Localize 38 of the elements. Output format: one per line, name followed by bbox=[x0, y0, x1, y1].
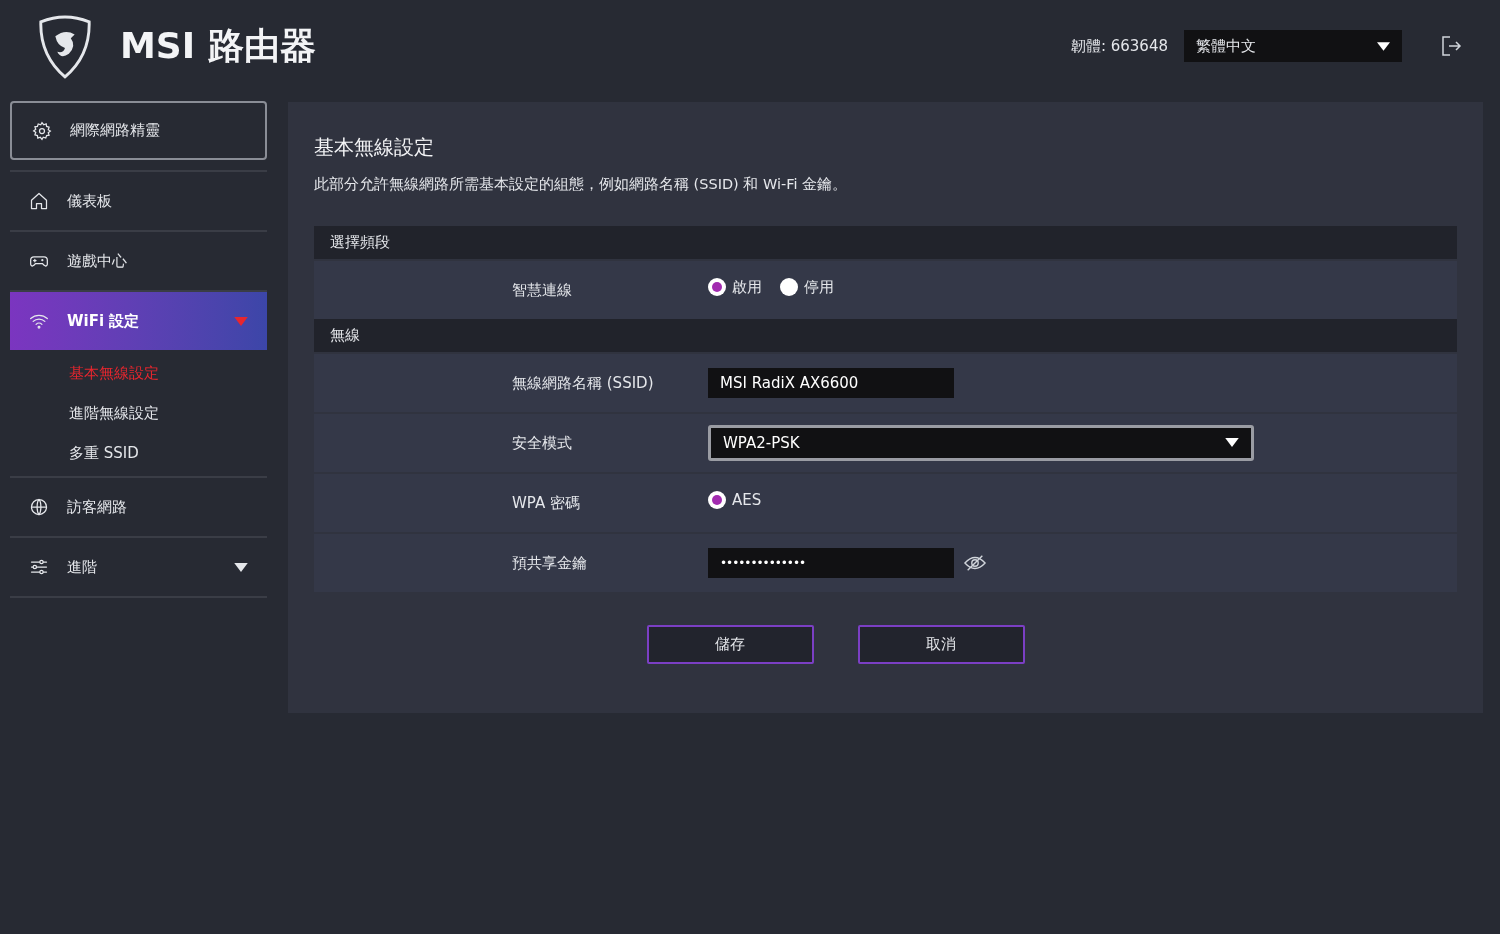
submenu-item[interactable]: 進階無線設定 bbox=[10, 393, 259, 433]
hide-password-icon[interactable] bbox=[964, 553, 986, 572]
globe-icon bbox=[29, 497, 49, 517]
sidebar-item[interactable]: 進階 bbox=[10, 538, 267, 596]
password-input[interactable]: •••••••••••••• bbox=[708, 547, 954, 578]
sidebar-item[interactable]: 訪客網路 bbox=[10, 478, 267, 536]
caret-icon bbox=[234, 316, 248, 326]
text-input[interactable]: MSI RadiX AX6600 bbox=[708, 367, 954, 398]
internet-wizard-button[interactable]: 網際網路精靈 bbox=[10, 101, 267, 160]
page-description: 此部分允許無線網路所需基本設定的組態，例如網路名稱 (SSID) 和 Wi-Fi 金鑰。 bbox=[314, 175, 849, 194]
section-header: 無線 bbox=[314, 318, 1457, 352]
caret-icon bbox=[234, 562, 248, 572]
field-label: 智慧連線 bbox=[511, 279, 573, 301]
action-button[interactable]: 儲存 bbox=[646, 624, 814, 664]
caret-icon bbox=[1225, 438, 1239, 448]
page-title: 基本無線設定 bbox=[314, 134, 435, 161]
sidebar-item[interactable]: 遊戲中心 bbox=[10, 232, 267, 290]
logout-icon bbox=[1439, 34, 1463, 58]
language-select[interactable]: 繁體中文 bbox=[1184, 30, 1402, 62]
section-header: 選擇頻段 bbox=[314, 225, 1457, 259]
caret-icon bbox=[1377, 41, 1390, 51]
sidebar-item[interactable]: WiFi 設定 bbox=[10, 292, 267, 350]
firmware-version: 韌體: 663648 bbox=[1070, 35, 1168, 57]
settings-icon bbox=[32, 120, 52, 141]
home-icon bbox=[29, 191, 49, 211]
submenu-item[interactable]: 多重 SSID bbox=[10, 433, 259, 473]
sidebar-item[interactable]: 儀表板 bbox=[10, 172, 267, 230]
field-label: 無線網路名稱 (SSID) bbox=[511, 372, 655, 394]
field-label: WPA 密碼 bbox=[511, 492, 581, 514]
sliders-icon bbox=[29, 557, 49, 577]
security-mode-select[interactable]: WPA2-PSK bbox=[708, 424, 1254, 461]
radio-option[interactable]: AES bbox=[708, 488, 762, 511]
radio-option[interactable]: 停用 bbox=[780, 275, 834, 298]
brand-title: MSI 路由器 bbox=[120, 24, 316, 68]
radio-option[interactable]: 啟用 bbox=[708, 275, 762, 298]
field-label: 安全模式 bbox=[511, 432, 573, 454]
field-label: 預共享金鑰 bbox=[511, 552, 588, 574]
action-button[interactable]: 取消 bbox=[857, 624, 1025, 664]
